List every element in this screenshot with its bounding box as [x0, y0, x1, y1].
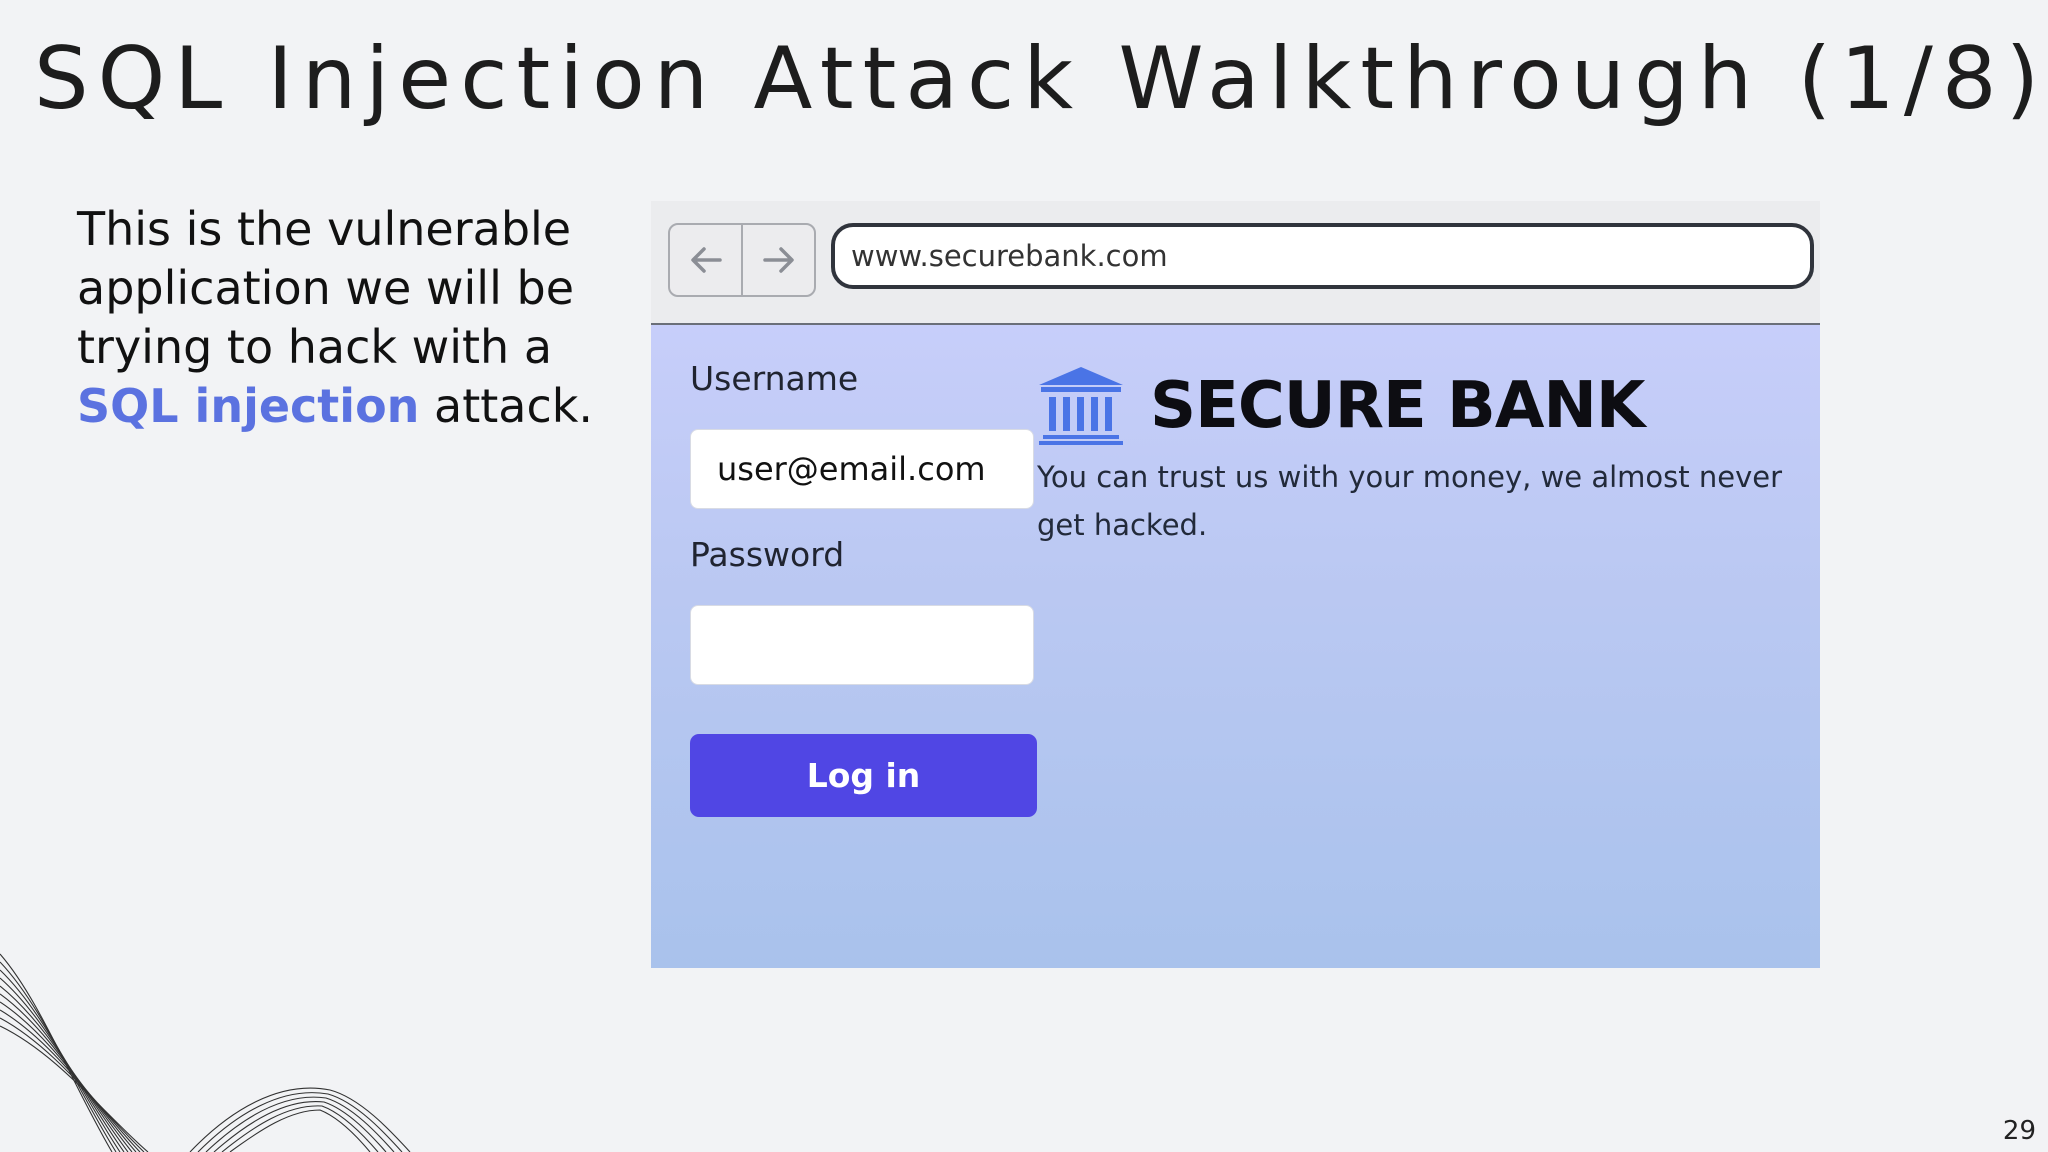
arrow-right-icon	[762, 247, 794, 273]
password-input[interactable]	[690, 605, 1034, 685]
address-bar[interactable]: www.securebank.com	[831, 223, 1814, 289]
back-button[interactable]	[670, 225, 741, 295]
decorative-waves	[0, 953, 411, 1152]
intro-text: This is the vulnerable application we wi…	[77, 200, 597, 436]
bank-name: SECURE BANK	[1150, 369, 1645, 443]
nav-buttons	[668, 223, 816, 297]
bank-tagline: You can trust us with your money, we alm…	[1037, 460, 1783, 542]
browser-mockup: www.securebank.com Username user@email.c…	[651, 201, 1820, 968]
username-input[interactable]: user@email.com	[690, 429, 1034, 509]
browser-toolbar: www.securebank.com	[651, 201, 1820, 325]
page-content: Username user@email.com Password Log in …	[651, 325, 1820, 968]
slide-title: SQL Injection Attack Walkthrough (1/8)	[34, 29, 2048, 129]
intro-text-before: This is the vulnerable application we wi…	[77, 202, 574, 374]
password-label: Password	[690, 535, 845, 574]
login-button[interactable]: Log in	[690, 734, 1037, 817]
arrow-left-icon	[690, 247, 722, 273]
bank-building-icon	[1039, 367, 1123, 445]
forward-button[interactable]	[741, 225, 814, 295]
page-number: 29	[2002, 1116, 2036, 1146]
intro-text-after: attack.	[419, 379, 594, 433]
username-label: Username	[690, 359, 859, 398]
intro-highlight: SQL injection	[77, 379, 420, 433]
